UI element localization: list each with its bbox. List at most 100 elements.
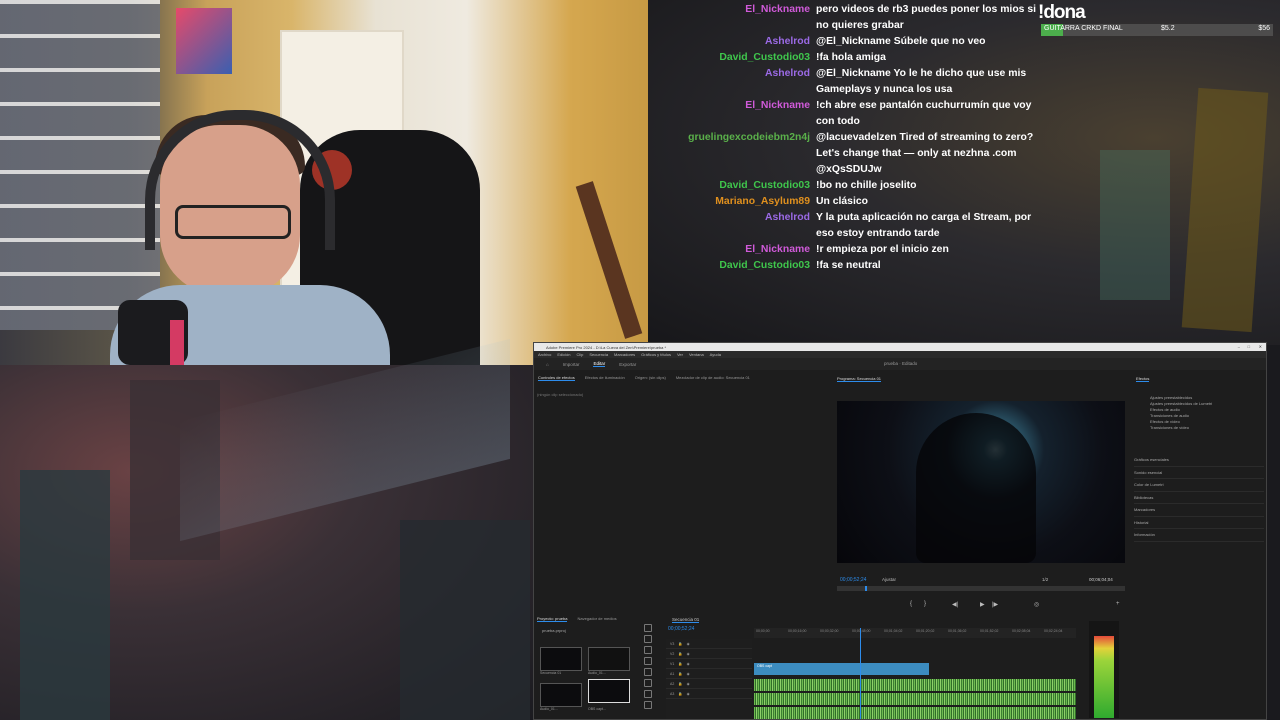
chat-username[interactable]: Ashelrod <box>648 34 816 50</box>
lock-icon[interactable]: 🔒 <box>678 662 682 666</box>
lock-icon[interactable]: 🔒 <box>678 642 682 646</box>
zoom-fit-select[interactable]: Ajustar <box>882 577 896 582</box>
effects-folder[interactable]: Transiciones de vídeo <box>1142 425 1262 431</box>
pen-tool-icon[interactable] <box>644 679 652 687</box>
timeline-timecode[interactable]: 00;00;52;24 <box>668 626 694 632</box>
slip-tool-icon[interactable] <box>644 668 652 676</box>
tab-effect-controls[interactable]: Controles de efectos <box>538 375 575 381</box>
track-header[interactable]: V3 🔒 ◉ <box>666 639 752 649</box>
track-header[interactable]: V2 🔒 ◉ <box>666 649 752 659</box>
menu-item[interactable]: Secuencia <box>589 352 608 357</box>
panel-section[interactable]: Bibliotecas <box>1134 492 1264 504</box>
audio-clip[interactable] <box>754 707 1076 719</box>
ruler-label: 00;01;20;02 <box>916 629 935 633</box>
razor-tool-icon[interactable] <box>644 657 652 665</box>
track-header[interactable]: A2 🔒 ◉ <box>666 679 752 689</box>
tab-audio-mixer[interactable]: Mezclador de clip de audio: Secuencia 01 <box>676 375 750 381</box>
chat-username[interactable]: David_Custodio03 <box>648 258 816 274</box>
step-forward-icon[interactable]: |▶ <box>992 601 998 608</box>
mark-in-icon[interactable]: { <box>910 601 912 607</box>
export-frame-icon[interactable]: ◎ <box>1034 601 1039 608</box>
track-header[interactable]: A3 🔒 ◉ <box>666 689 752 699</box>
lock-icon[interactable]: 🔒 <box>678 682 682 686</box>
resolution-select[interactable]: 1/2 <box>1042 577 1048 582</box>
chat-username[interactable]: David_Custodio03 <box>648 178 816 194</box>
premiere-window[interactable]: Adobe Premiere Pro 2024 - D:\La Cueva de… <box>533 342 1267 720</box>
project-item-label: Secuencia 01 <box>540 671 562 675</box>
program-scrubber[interactable] <box>837 586 1125 591</box>
lock-icon[interactable]: 🔒 <box>678 652 682 656</box>
menu-item[interactable]: Gráficos y títulos <box>641 352 671 357</box>
chat-message: David_Custodio03 !fa se neutral <box>648 258 1048 274</box>
ripple-edit-tool-icon[interactable] <box>644 646 652 654</box>
chat-username[interactable]: Ashelrod <box>648 210 816 242</box>
chat-username[interactable]: El_Nickname <box>648 98 816 130</box>
eye-icon[interactable]: ◉ <box>687 692 690 696</box>
menu-item[interactable]: Ver <box>677 352 683 357</box>
workspace-export[interactable]: Exportar <box>619 362 636 367</box>
panel-section[interactable]: Información <box>1134 529 1264 542</box>
lock-icon[interactable]: 🔒 <box>678 672 682 676</box>
menu-item[interactable]: Edición <box>557 352 570 357</box>
play-icon[interactable]: ▶ <box>980 601 985 608</box>
chat-username[interactable]: David_Custodio03 <box>648 50 816 66</box>
timeline-playhead[interactable] <box>860 628 861 719</box>
step-back-icon[interactable]: ◀| <box>952 601 958 608</box>
program-timecode[interactable]: 00;00;52;24 <box>840 577 866 583</box>
mark-out-icon[interactable]: } <box>924 601 926 607</box>
track-select-tool-icon[interactable] <box>644 635 652 643</box>
eye-icon[interactable]: ◉ <box>687 652 690 656</box>
tab-effects[interactable]: Efectos <box>1136 376 1150 382</box>
audio-clip[interactable] <box>754 679 1076 691</box>
timeline-ruler[interactable]: 00;00;00 00;00;16;00 00;00;32;00 00;00;48;0… <box>754 628 1076 638</box>
panel-section[interactable]: Marcadores <box>1134 504 1264 517</box>
eye-icon[interactable]: ◉ <box>687 672 690 676</box>
panel-section[interactable]: Gráficos esenciales <box>1134 454 1264 467</box>
add-button-icon[interactable]: + <box>1116 601 1120 607</box>
window-titlebar[interactable]: Adobe Premiere Pro 2024 - D:\La Cueva de… <box>534 343 1266 351</box>
lock-icon[interactable]: 🔒 <box>678 692 682 696</box>
menu-item[interactable]: Marcadores <box>614 352 635 357</box>
project-item-thumb[interactable] <box>540 647 582 671</box>
hand-tool-icon[interactable] <box>644 690 652 698</box>
selection-tool-icon[interactable] <box>644 624 652 632</box>
program-playhead[interactable] <box>865 586 867 591</box>
tab-project[interactable]: Proyecto: prueba <box>537 616 568 622</box>
tab-program[interactable]: Programa: Secuencia 01 <box>837 376 882 382</box>
workspace-edit[interactable]: Editar <box>593 361 606 367</box>
menu-item[interactable]: Ayuda <box>710 352 721 357</box>
chat-username[interactable]: El_Nickname <box>648 242 816 258</box>
panel-section[interactable]: Color de Lumetri <box>1134 479 1264 492</box>
chat-username[interactable]: Ashelrod <box>648 66 816 98</box>
home-icon[interactable]: ⌂ <box>546 362 549 367</box>
chat-message: David_Custodio03 !bo no chille joselito <box>648 178 1048 194</box>
chat-username[interactable]: Mariano_Asylum89 <box>648 194 816 210</box>
menu-item[interactable]: Clip <box>576 352 583 357</box>
chat-username[interactable]: gruelingexcodeiebm2n4j <box>648 130 816 178</box>
video-clip[interactable] <box>754 663 929 675</box>
track-header[interactable]: A1 🔒 ◉ <box>666 669 752 679</box>
tab-timeline-sequence[interactable]: Secuencia 01 <box>672 617 700 623</box>
track-header[interactable]: V1 🔒 ◉ <box>666 659 752 669</box>
tab-source[interactable]: Origen: (sin clips) <box>635 375 666 381</box>
chat-message: Ashelrod @El_Nickname Súbele que no veo <box>648 34 1048 50</box>
eye-icon[interactable]: ◉ <box>687 662 690 666</box>
type-tool-icon[interactable] <box>644 701 652 709</box>
menu-item[interactable]: Ventana <box>689 352 704 357</box>
chat-username[interactable]: El_Nickname <box>648 2 816 34</box>
menu-item[interactable]: Archivo <box>538 352 551 357</box>
tab-lumetri[interactable]: Efectos de iluminación <box>585 375 625 381</box>
panel-section[interactable]: Sonido esencial <box>1134 467 1264 479</box>
tab-media-browser[interactable]: Navegador de medios <box>577 616 616 622</box>
workspace-import[interactable]: Importar <box>563 362 580 367</box>
audio-clip[interactable] <box>754 693 1076 705</box>
panel-section[interactable]: Historial <box>1134 517 1264 529</box>
audio-meter <box>1089 621 1119 718</box>
eye-icon[interactable]: ◉ <box>687 642 690 646</box>
eye-icon[interactable]: ◉ <box>687 682 690 686</box>
project-item-thumb[interactable] <box>540 683 582 707</box>
close-icon[interactable]: ✕ <box>1247 344 1262 349</box>
chat-text: !r empieza por el inicio zen <box>816 244 949 255</box>
project-item-thumb[interactable] <box>588 647 630 671</box>
project-item-thumb[interactable] <box>588 679 630 703</box>
